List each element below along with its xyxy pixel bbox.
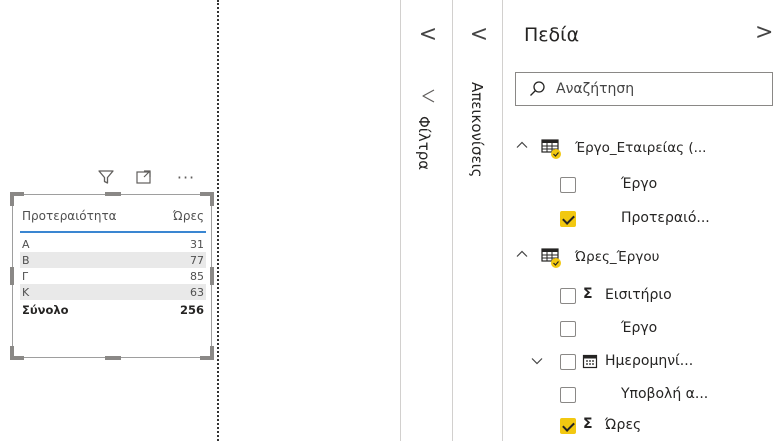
field-label: Έργο xyxy=(621,320,658,336)
calendar-icon xyxy=(582,353,598,373)
resize-handle-left[interactable] xyxy=(10,267,14,285)
visualizations-pane-title[interactable]: Απεικονίσεις xyxy=(468,82,486,177)
resize-handle-bottom[interactable] xyxy=(105,356,121,360)
field-checkbox[interactable] xyxy=(560,354,576,370)
field-label: Εισιτήριο xyxy=(605,287,672,303)
field-label: Υποβολή α... xyxy=(621,386,709,402)
field-checkbox[interactable] xyxy=(560,387,576,403)
focus-mode-icon[interactable] xyxy=(130,163,158,191)
fields-pane-title: Πεδία xyxy=(524,24,580,46)
field-item[interactable]: Έργο xyxy=(503,314,782,344)
table-header-row: Προτεραιότητα Ώρες xyxy=(20,201,206,233)
more-options-icon[interactable]: ··· xyxy=(172,163,200,191)
fields-search[interactable] xyxy=(515,72,773,106)
field-checkbox[interactable] xyxy=(560,418,576,434)
field-label: Έργο xyxy=(621,176,658,192)
fields-pane: Πεδία > Έργο_Εταιρείας (... Έργο Προτερα… xyxy=(503,0,782,441)
table-icon xyxy=(541,247,563,273)
field-label: Ώρες xyxy=(605,417,642,433)
cell-priority: Γ xyxy=(22,269,29,283)
fields-collapse-button[interactable]: > xyxy=(755,20,773,45)
table-visual[interactable]: Προτεραιότητα Ώρες A 31 B 77 Γ 85 K 63 Σ… xyxy=(10,192,214,360)
field-item[interactable]: Έργο xyxy=(503,170,782,200)
chevron-up-icon[interactable] xyxy=(515,138,529,156)
table-row: K 63 xyxy=(20,284,206,300)
field-checkbox[interactable] xyxy=(560,177,576,193)
cell-hours: 77 xyxy=(190,253,204,267)
column-header-hours[interactable]: Ώρες xyxy=(160,209,206,223)
cell-priority: K xyxy=(22,285,30,299)
cell-hours: 31 xyxy=(190,237,204,251)
cell-hours: 63 xyxy=(190,285,204,299)
resize-handle-bottom-left[interactable] xyxy=(10,346,24,360)
table-node-project-hours[interactable]: Ώρες_Έργου xyxy=(503,242,782,272)
filter-pane-icon xyxy=(420,88,436,108)
table-row: Γ 85 xyxy=(20,268,206,284)
field-item[interactable]: Σ Εισιτήριο xyxy=(503,281,782,311)
table-name: Έργο_Εταιρείας (... xyxy=(575,140,707,156)
table-total-row: Σύνολο 256 xyxy=(20,300,206,319)
field-item[interactable]: Προτεραιό... xyxy=(503,204,782,234)
chevron-down-icon[interactable] xyxy=(530,354,544,372)
resize-handle-top[interactable] xyxy=(105,192,121,196)
visualizations-expand-button[interactable]: < xyxy=(467,22,491,47)
search-icon xyxy=(530,81,545,96)
filters-pane xyxy=(400,0,452,441)
field-item[interactable]: Σ Ώρες xyxy=(503,411,782,441)
visual-header: ··· xyxy=(92,163,216,191)
total-value: 256 xyxy=(179,302,204,317)
sum-icon: Σ xyxy=(583,416,593,432)
page-boundary-line xyxy=(217,0,219,441)
table-icon xyxy=(541,138,563,164)
pane-divider xyxy=(400,0,401,441)
table-name: Ώρες_Έργου xyxy=(575,249,660,265)
resize-handle-bottom-right[interactable] xyxy=(200,346,214,360)
data-table: Προτεραιότητα Ώρες A 31 B 77 Γ 85 K 63 Σ… xyxy=(20,201,206,319)
sum-icon: Σ xyxy=(583,286,593,302)
search-input[interactable] xyxy=(554,80,758,98)
total-label: Σύνολο xyxy=(22,302,69,317)
field-item[interactable]: Ημερομηνί... xyxy=(503,347,782,377)
resize-handle-right[interactable] xyxy=(210,267,214,285)
visualizations-pane xyxy=(453,0,502,441)
field-checkbox[interactable] xyxy=(560,211,576,227)
column-header-priority[interactable]: Προτεραιότητα xyxy=(20,209,160,223)
table-row: A 31 xyxy=(20,236,206,252)
cell-priority: A xyxy=(22,237,30,251)
cell-hours: 85 xyxy=(190,269,204,283)
table-node-project-company[interactable]: Έργο_Εταιρείας (... xyxy=(503,133,782,163)
field-label: Ημερομηνί... xyxy=(605,353,694,369)
report-canvas: ··· Προτεραιότητα Ώρες A 31 B 77 Γ 85 K … xyxy=(0,0,400,441)
chevron-up-icon[interactable] xyxy=(515,247,529,265)
filter-icon[interactable] xyxy=(92,163,120,191)
field-checkbox[interactable] xyxy=(560,288,576,304)
filters-pane-title[interactable]: Φίλτρα xyxy=(415,116,433,170)
cell-priority: B xyxy=(22,253,30,267)
field-checkbox[interactable] xyxy=(560,321,576,337)
field-label: Προτεραιό... xyxy=(621,210,710,226)
field-item[interactable]: Υποβολή α... xyxy=(503,380,782,410)
filters-expand-button[interactable]: < xyxy=(416,22,440,47)
table-row: B 77 xyxy=(20,252,206,268)
